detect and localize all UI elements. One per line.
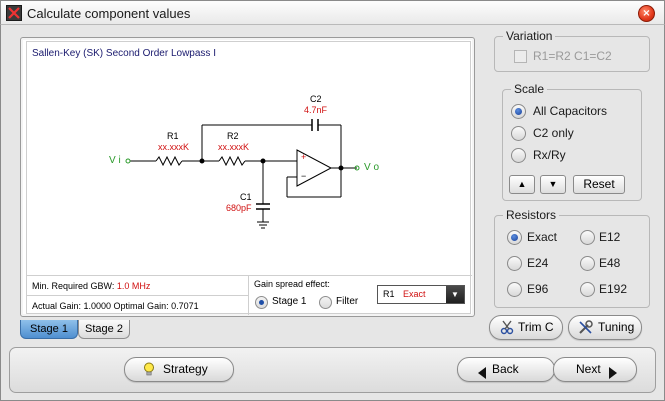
radio-e192-label: E192 [599,282,628,296]
arrow-up-icon: ▲ [517,179,527,189]
trim-c-label: Trim C [518,320,554,334]
r2-label: R2 [227,131,239,141]
lightbulb-icon [143,362,155,385]
close-button[interactable]: × [638,5,655,22]
circuit-panel: Sallen-Key (SK) Second Order Lowpass I R… [20,37,475,317]
radio-e192[interactable] [580,282,595,297]
r2-value: xx.xxxK [218,142,250,152]
scissors-icon [500,320,514,343]
input-terminal [125,158,131,164]
strategy-label: Strategy [163,362,208,376]
gbw-value: 1.0 MHz [116,281,151,291]
back-button[interactable]: Back [457,357,555,382]
node-out [338,165,344,171]
arrow-down-icon: ▼ [548,179,558,189]
trim-c-button[interactable]: Trim C [489,315,563,340]
scale-up-button[interactable]: ▲ [509,175,535,194]
radio-rx-ry-label: Rx/Ry [533,148,566,162]
close-icon: × [642,8,651,19]
radio-all-capacitors[interactable] [511,104,526,119]
gain-info: Min. Required GBW: 1.0 MHz Actual Gain: … [27,275,249,315]
r2-resistor [218,155,246,167]
app-icon [6,5,22,21]
radio-stage1-label: Stage 1 [272,296,307,307]
opamp-minus: − [301,171,307,181]
c1-value: 680pF [226,203,252,213]
variation-checkbox[interactable] [514,50,527,63]
r1-label: R1 [167,131,179,141]
title-bar: Calculate component values × [0,0,665,25]
resistor-select[interactable]: R1 Exact ▼ [377,285,465,304]
tab-stage-1[interactable]: Stage 1 [20,320,78,339]
tuning-button[interactable]: Tuning [568,315,642,340]
radio-e24[interactable] [507,256,522,271]
input-label: V i [109,155,121,166]
radio-c2-only[interactable] [511,126,526,141]
radio-rx-ry[interactable] [511,148,526,163]
scale-down-button[interactable]: ▼ [540,175,566,194]
resistors-title: Resistors [503,208,560,222]
c2-label: C2 [310,94,322,104]
radio-c2-only-label: C2 only [533,126,574,140]
circuit-canvas: Sallen-Key (SK) Second Order Lowpass I R… [26,41,472,315]
radio-filter-label: Filter [336,296,359,307]
radio-stage1[interactable] [255,296,268,309]
r1-value: xx.xxxK [158,142,190,152]
resistors-group: Resistors Exact E12 E24 E48 E96 E192 [494,208,650,308]
variation-group: Variation R1=R2 C1=C2 [494,29,650,72]
tab-stage-2[interactable]: Stage 2 [78,320,130,339]
next-button[interactable]: Next [553,357,637,382]
gain-spread-title: Gain spread effect: [254,279,330,289]
radio-exact-label: Exact [527,230,558,244]
gbw-label: Min. Required GBW: [32,281,115,291]
chevron-right-icon [608,364,617,387]
radio-e12-label: E12 [599,230,621,244]
next-label: Next [576,362,601,376]
radio-all-capacitors-label: All Capacitors [533,104,608,118]
gain-row: Actual Gain: 1.0000 Optimal Gain: 0.7071 [32,301,199,311]
variation-label: R1=R2 C1=C2 [533,49,612,63]
gain-spread-box: Gain spread effect: Stage 1 Filter R1 Ex… [249,275,472,315]
dialog-body: Sallen-Key (SK) Second Order Lowpass I R… [0,25,665,401]
chevron-down-icon[interactable]: ▼ [446,286,464,303]
radio-e96[interactable] [507,282,522,297]
variation-title: Variation [503,29,556,43]
back-label: Back [492,362,519,376]
tuning-label: Tuning [598,320,635,334]
c1-label: C1 [240,192,252,202]
r1-resistor [155,155,183,167]
radio-e48[interactable] [580,256,595,271]
c2-value: 4.7nF [304,105,328,115]
strategy-button[interactable]: Strategy [124,357,234,382]
radio-exact[interactable] [507,230,522,245]
opamp-plus: + [301,152,307,162]
radio-filter[interactable] [319,296,332,309]
select-resistor-name: R1 [383,289,395,299]
schematic-diagram [125,119,360,229]
select-resistor-value: Exact [403,289,426,299]
chevron-left-icon [478,364,487,387]
gbw-row: Min. Required GBW: 1.0 MHz [27,276,249,296]
scale-group: Scale All Capacitors C2 only Rx/Ry ▲ ▼ R… [502,82,642,201]
footer-bar: Strategy Back Next [9,347,656,393]
output-label: V o [364,162,380,173]
radio-e12[interactable] [580,230,595,245]
wrench-icon [578,320,593,343]
radio-e96-label: E96 [527,282,549,296]
radio-e48-label: E48 [599,256,621,270]
reset-button[interactable]: Reset [573,175,625,194]
window-title: Calculate component values [27,6,191,21]
scale-title: Scale [511,82,548,96]
radio-e24-label: E24 [527,256,549,270]
